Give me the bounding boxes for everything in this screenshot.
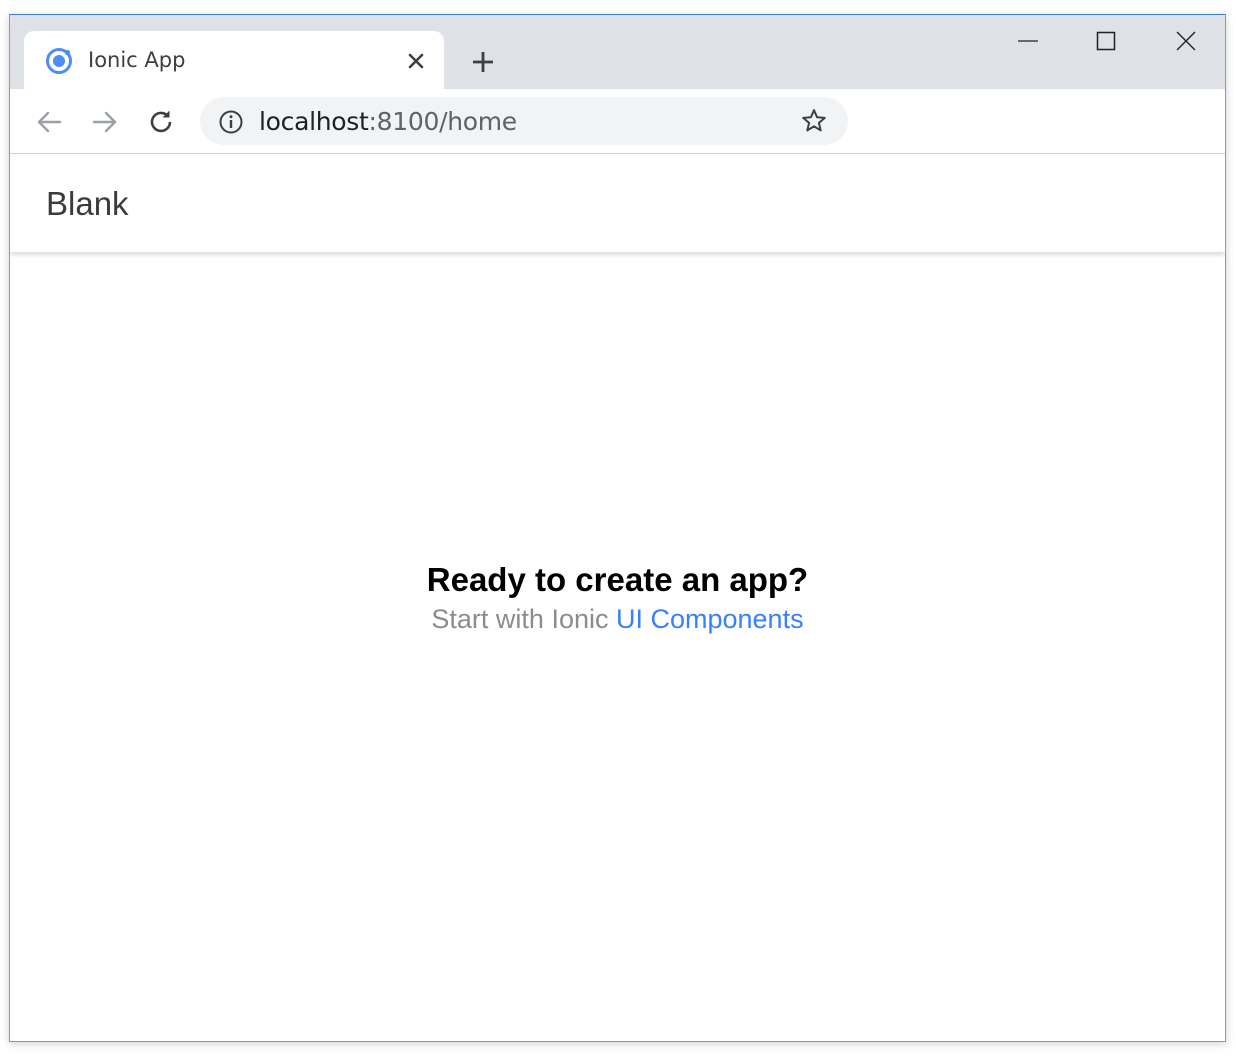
url-host: localhost	[259, 107, 369, 136]
subtitle-prefix: Start with Ionic	[431, 604, 616, 634]
maximize-icon[interactable]	[1086, 25, 1126, 59]
app-content: Ready to create an app? Start with Ionic…	[10, 252, 1225, 1041]
url-text[interactable]: localhost:8100/home	[259, 107, 517, 136]
minimize-icon[interactable]	[1008, 25, 1048, 59]
forward-arrow-icon[interactable]	[90, 107, 120, 137]
address-bar[interactable]: localhost:8100/home	[200, 97, 848, 145]
tab-ionic-app[interactable]: Ionic App	[24, 31, 444, 89]
ui-components-link[interactable]: UI Components	[616, 604, 804, 634]
subtitle: Start with Ionic UI Components	[10, 601, 1225, 637]
window-close-icon[interactable]	[1166, 25, 1206, 59]
browser-window: Ionic App localhost:8100/home Blank Read…	[9, 14, 1226, 1042]
tab-title: Ionic App	[88, 48, 186, 72]
app-header: Blank	[10, 154, 1225, 252]
new-tab-plus-icon[interactable]	[468, 47, 498, 77]
browser-toolbar: localhost:8100/home	[10, 89, 1225, 154]
headline: Ready to create an app?	[426, 561, 809, 598]
url-path: :8100/home	[368, 107, 518, 136]
ionic-logo-icon	[46, 48, 72, 74]
reload-icon[interactable]	[146, 107, 176, 137]
tab-close-icon[interactable]	[404, 49, 428, 73]
tab-strip: Ionic App	[10, 15, 1225, 89]
page-title: Blank	[46, 185, 129, 222]
site-info-icon[interactable]	[218, 109, 244, 135]
bookmark-star-icon[interactable]	[800, 107, 828, 135]
back-arrow-icon[interactable]	[34, 107, 64, 137]
content-container: Ready to create an app? Start with Ionic…	[10, 561, 1225, 637]
